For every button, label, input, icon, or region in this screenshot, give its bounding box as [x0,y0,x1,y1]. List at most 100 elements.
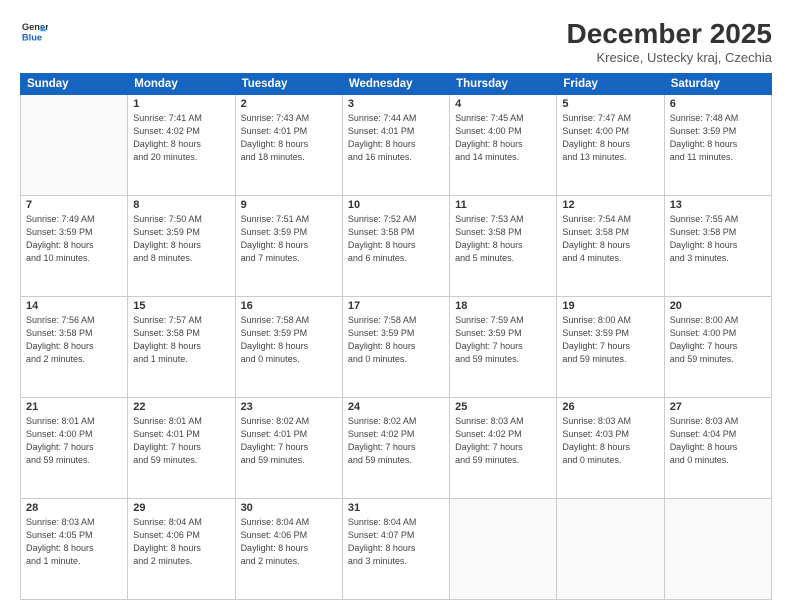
day-info: Sunrise: 8:02 AM Sunset: 4:01 PM Dayligh… [241,415,337,467]
day-number: 27 [670,401,766,413]
day-cell: 19 Sunrise: 8:00 AM Sunset: 3:59 PM Dayli… [557,297,664,398]
day-cell: 24 Sunrise: 8:02 AM Sunset: 4:02 PM Dayli… [342,398,449,499]
day-info: Sunrise: 7:58 AM Sunset: 3:59 PM Dayligh… [348,314,444,366]
subtitle: Kresice, Ustecky kraj, Czechia [567,50,772,65]
day-number: 30 [241,502,337,514]
day-cell: 16 Sunrise: 7:58 AM Sunset: 3:59 PM Dayli… [235,297,342,398]
day-info: Sunrise: 7:51 AM Sunset: 3:59 PM Dayligh… [241,213,337,265]
day-cell: 25 Sunrise: 8:03 AM Sunset: 4:02 PM Dayli… [450,398,557,499]
day-cell: 14Sunrise: 7:56 AM Sunset: 3:58 PM Dayli… [21,297,128,398]
day-number: 19 [562,300,658,312]
week-row-4: 28 Sunrise: 8:03 AM Sunset: 4:05 PM Dayli… [21,499,772,600]
day-info: Sunrise: 8:04 AM Sunset: 4:06 PM Dayligh… [241,516,337,568]
day-cell [21,95,128,196]
calendar-body: 1Sunrise: 7:41 AM Sunset: 4:02 PM Daylig… [21,95,772,600]
day-cell [664,499,771,600]
day-info: Sunrise: 8:04 AM Sunset: 4:06 PM Dayligh… [133,516,229,568]
day-cell: 31 Sunrise: 8:04 AM Sunset: 4:07 PM Dayli… [342,499,449,600]
week-row-2: 14Sunrise: 7:56 AM Sunset: 3:58 PM Dayli… [21,297,772,398]
header-day-thursday: Thursday [450,74,557,95]
day-info: Sunrise: 7:58 AM Sunset: 3:59 PM Dayligh… [241,314,337,366]
day-cell: 2 Sunrise: 7:43 AM Sunset: 4:01 PM Daylig… [235,95,342,196]
logo: General Blue [20,18,48,46]
day-cell: 22 Sunrise: 8:01 AM Sunset: 4:01 PM Dayli… [128,398,235,499]
day-number: 24 [348,401,444,413]
calendar-header: SundayMondayTuesdayWednesdayThursdayFrid… [21,74,772,95]
page: General Blue December 2025 Kresice, Uste… [0,0,792,612]
day-info: Sunrise: 7:53 AM Sunset: 3:58 PM Dayligh… [455,213,551,265]
day-info: Sunrise: 8:03 AM Sunset: 4:02 PM Dayligh… [455,415,551,467]
day-info: Sunrise: 7:43 AM Sunset: 4:01 PM Dayligh… [241,112,337,164]
day-info: Sunrise: 7:48 AM Sunset: 3:59 PM Dayligh… [670,112,766,164]
day-number: 1 [133,98,229,110]
day-info: Sunrise: 7:50 AM Sunset: 3:59 PM Dayligh… [133,213,229,265]
day-info: Sunrise: 7:55 AM Sunset: 3:58 PM Dayligh… [670,213,766,265]
day-number: 7 [26,199,122,211]
day-cell: 10Sunrise: 7:52 AM Sunset: 3:58 PM Dayli… [342,196,449,297]
day-number: 9 [241,199,337,211]
day-info: Sunrise: 8:01 AM Sunset: 4:01 PM Dayligh… [133,415,229,467]
day-cell: 28 Sunrise: 8:03 AM Sunset: 4:05 PM Dayli… [21,499,128,600]
day-info: Sunrise: 7:45 AM Sunset: 4:00 PM Dayligh… [455,112,551,164]
week-row-1: 7 Sunrise: 7:49 AM Sunset: 3:59 PM Daylig… [21,196,772,297]
day-number: 4 [455,98,551,110]
day-cell: 30 Sunrise: 8:04 AM Sunset: 4:06 PM Dayli… [235,499,342,600]
day-cell: 29 Sunrise: 8:04 AM Sunset: 4:06 PM Dayli… [128,499,235,600]
day-number: 2 [241,98,337,110]
day-info: Sunrise: 7:54 AM Sunset: 3:58 PM Dayligh… [562,213,658,265]
month-title: December 2025 [567,18,772,50]
day-info: Sunrise: 7:49 AM Sunset: 3:59 PM Dayligh… [26,213,122,265]
day-cell: 11 Sunrise: 7:53 AM Sunset: 3:58 PM Dayli… [450,196,557,297]
header: General Blue December 2025 Kresice, Uste… [20,18,772,65]
day-cell: 6 Sunrise: 7:48 AM Sunset: 3:59 PM Daylig… [664,95,771,196]
day-cell: 3 Sunrise: 7:44 AM Sunset: 4:01 PM Daylig… [342,95,449,196]
day-cell: 1Sunrise: 7:41 AM Sunset: 4:02 PM Daylig… [128,95,235,196]
day-cell: 15Sunrise: 7:57 AM Sunset: 3:58 PM Dayli… [128,297,235,398]
day-number: 6 [670,98,766,110]
day-number: 29 [133,502,229,514]
day-info: Sunrise: 7:44 AM Sunset: 4:01 PM Dayligh… [348,112,444,164]
day-number: 26 [562,401,658,413]
header-day-tuesday: Tuesday [235,74,342,95]
day-number: 8 [133,199,229,211]
day-info: Sunrise: 8:03 AM Sunset: 4:03 PM Dayligh… [562,415,658,467]
week-row-0: 1Sunrise: 7:41 AM Sunset: 4:02 PM Daylig… [21,95,772,196]
day-number: 17 [348,300,444,312]
day-number: 11 [455,199,551,211]
day-cell: 4 Sunrise: 7:45 AM Sunset: 4:00 PM Daylig… [450,95,557,196]
day-number: 23 [241,401,337,413]
header-day-monday: Monday [128,74,235,95]
day-cell: 23 Sunrise: 8:02 AM Sunset: 4:01 PM Dayli… [235,398,342,499]
day-number: 22 [133,401,229,413]
day-info: Sunrise: 8:02 AM Sunset: 4:02 PM Dayligh… [348,415,444,467]
day-info: Sunrise: 7:52 AM Sunset: 3:58 PM Dayligh… [348,213,444,265]
day-number: 28 [26,502,122,514]
day-number: 31 [348,502,444,514]
day-cell [557,499,664,600]
day-cell: 12 Sunrise: 7:54 AM Sunset: 3:58 PM Dayli… [557,196,664,297]
day-number: 12 [562,199,658,211]
day-cell: 9 Sunrise: 7:51 AM Sunset: 3:59 PM Daylig… [235,196,342,297]
day-number: 18 [455,300,551,312]
header-day-saturday: Saturday [664,74,771,95]
day-number: 16 [241,300,337,312]
day-number: 5 [562,98,658,110]
day-cell: 18Sunrise: 7:59 AM Sunset: 3:59 PM Dayli… [450,297,557,398]
day-info: Sunrise: 8:04 AM Sunset: 4:07 PM Dayligh… [348,516,444,568]
day-number: 25 [455,401,551,413]
day-info: Sunrise: 8:00 AM Sunset: 4:00 PM Dayligh… [670,314,766,366]
day-number: 14 [26,300,122,312]
day-cell: 5Sunrise: 7:47 AM Sunset: 4:00 PM Daylig… [557,95,664,196]
day-cell: 20Sunrise: 8:00 AM Sunset: 4:00 PM Dayli… [664,297,771,398]
title-block: December 2025 Kresice, Ustecky kraj, Cze… [567,18,772,65]
day-info: Sunrise: 8:00 AM Sunset: 3:59 PM Dayligh… [562,314,658,366]
header-day-friday: Friday [557,74,664,95]
logo-icon: General Blue [20,18,48,46]
week-row-3: 21Sunrise: 8:01 AM Sunset: 4:00 PM Dayli… [21,398,772,499]
header-day-sunday: Sunday [21,74,128,95]
day-number: 3 [348,98,444,110]
day-info: Sunrise: 8:03 AM Sunset: 4:05 PM Dayligh… [26,516,122,568]
header-day-wednesday: Wednesday [342,74,449,95]
day-info: Sunrise: 8:01 AM Sunset: 4:00 PM Dayligh… [26,415,122,467]
day-number: 13 [670,199,766,211]
